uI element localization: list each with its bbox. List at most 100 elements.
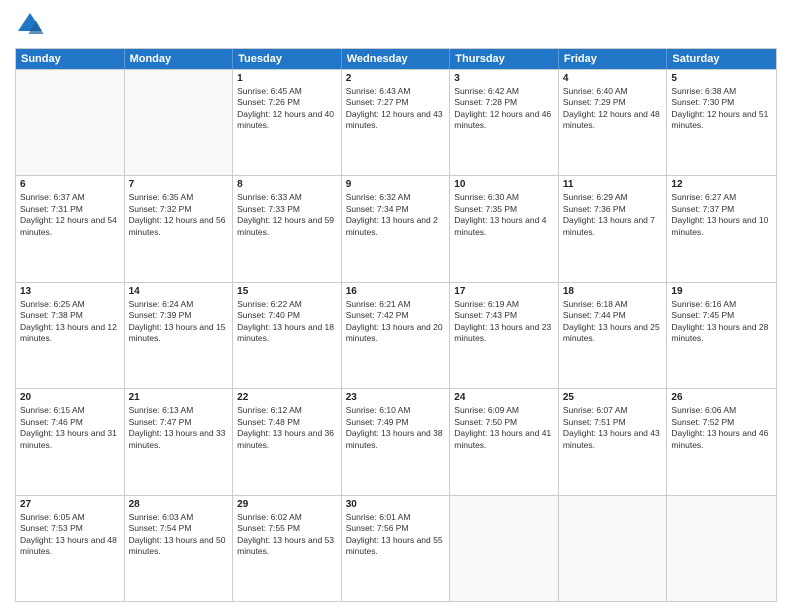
calendar-cell: 29 Sunrise: 6:02 AM Sunset: 7:55 PM Dayli…	[233, 496, 342, 601]
cell-info: Sunrise: 6:35 AM Sunset: 7:32 PM Dayligh…	[129, 192, 229, 238]
cell-info: Sunrise: 6:15 AM Sunset: 7:46 PM Dayligh…	[20, 405, 120, 451]
calendar-cell: 16Sunrise: 6:21 AM Sunset: 7:42 PM Dayli…	[342, 283, 451, 388]
cell-info: Sunrise: 6:07 AM Sunset: 7:51 PM Dayligh…	[563, 405, 663, 451]
day-number: 26	[671, 392, 772, 403]
day-number: 3	[454, 73, 554, 84]
cell-info: Sunrise: 6:22 AM Sunset: 7:40 PM Dayligh…	[237, 299, 337, 345]
day-number: 10	[454, 179, 554, 190]
cell-info: Sunrise: 6:03 AM Sunset: 7:54 PM Dayligh…	[129, 512, 229, 558]
day-number: 19	[671, 286, 772, 297]
calendar-cell: 24 Sunrise: 6:09 AM Sunset: 7:50 PM Dayli…	[450, 389, 559, 494]
day-number: 9	[346, 179, 446, 190]
calendar-cell: 2 Sunrise: 6:43 AM Sunset: 7:27 PM Daylig…	[342, 70, 451, 175]
cell-info: Sunrise: 6:37 AM Sunset: 7:31 PM Dayligh…	[20, 192, 120, 238]
cell-info: Sunrise: 6:38 AM Sunset: 7:30 PM Dayligh…	[671, 86, 772, 132]
calendar-cell: 1Sunrise: 6:45 AM Sunset: 7:26 PM Daylig…	[233, 70, 342, 175]
cell-info: Sunrise: 6:40 AM Sunset: 7:29 PM Dayligh…	[563, 86, 663, 132]
day-number: 16	[346, 286, 446, 297]
calendar-cell	[559, 496, 668, 601]
calendar-cell: 12Sunrise: 6:27 AM Sunset: 7:37 PM Dayli…	[667, 176, 776, 281]
calendar-cell: 10 Sunrise: 6:30 AM Sunset: 7:35 PM Dayli…	[450, 176, 559, 281]
cell-info: Sunrise: 6:18 AM Sunset: 7:44 PM Dayligh…	[563, 299, 663, 345]
day-number: 22	[237, 392, 337, 403]
day-number: 30	[346, 499, 446, 510]
header	[15, 10, 777, 40]
day-number: 2	[346, 73, 446, 84]
calendar-cell: 26 Sunrise: 6:06 AM Sunset: 7:52 PM Dayli…	[667, 389, 776, 494]
cell-info: Sunrise: 6:27 AM Sunset: 7:37 PM Dayligh…	[671, 192, 772, 238]
calendar-cell	[16, 70, 125, 175]
calendar-header-cell: Friday	[559, 49, 668, 69]
calendar-cell: 8 Sunrise: 6:33 AM Sunset: 7:33 PM Daylig…	[233, 176, 342, 281]
calendar-row: 27Sunrise: 6:05 AM Sunset: 7:53 PM Dayli…	[16, 495, 776, 601]
day-number: 7	[129, 179, 229, 190]
calendar-cell: 15Sunrise: 6:22 AM Sunset: 7:40 PM Dayli…	[233, 283, 342, 388]
calendar-cell	[667, 496, 776, 601]
cell-info: Sunrise: 6:12 AM Sunset: 7:48 PM Dayligh…	[237, 405, 337, 451]
calendar-header-cell: Wednesday	[342, 49, 451, 69]
calendar-cell: 25 Sunrise: 6:07 AM Sunset: 7:51 PM Dayli…	[559, 389, 668, 494]
cell-info: Sunrise: 6:06 AM Sunset: 7:52 PM Dayligh…	[671, 405, 772, 451]
page: SundayMondayTuesdayWednesdayThursdayFrid…	[0, 0, 792, 612]
calendar-cell: 6Sunrise: 6:37 AM Sunset: 7:31 PM Daylig…	[16, 176, 125, 281]
calendar-header-cell: Thursday	[450, 49, 559, 69]
calendar-cell: 21 Sunrise: 6:13 AM Sunset: 7:47 PM Dayli…	[125, 389, 234, 494]
calendar-row: 13Sunrise: 6:25 AM Sunset: 7:38 PM Dayli…	[16, 282, 776, 388]
cell-info: Sunrise: 6:19 AM Sunset: 7:43 PM Dayligh…	[454, 299, 554, 345]
cell-info: Sunrise: 6:09 AM Sunset: 7:50 PM Dayligh…	[454, 405, 554, 451]
day-number: 25	[563, 392, 663, 403]
calendar-cell: 17 Sunrise: 6:19 AM Sunset: 7:43 PM Dayli…	[450, 283, 559, 388]
calendar-cell: 4 Sunrise: 6:40 AM Sunset: 7:29 PM Daylig…	[559, 70, 668, 175]
day-number: 5	[671, 73, 772, 84]
calendar-row: 1Sunrise: 6:45 AM Sunset: 7:26 PM Daylig…	[16, 69, 776, 175]
calendar-cell: 13Sunrise: 6:25 AM Sunset: 7:38 PM Dayli…	[16, 283, 125, 388]
calendar-header-cell: Sunday	[16, 49, 125, 69]
day-number: 14	[129, 286, 229, 297]
calendar-row: 20Sunrise: 6:15 AM Sunset: 7:46 PM Dayli…	[16, 388, 776, 494]
day-number: 28	[129, 499, 229, 510]
calendar-cell: 22 Sunrise: 6:12 AM Sunset: 7:48 PM Dayli…	[233, 389, 342, 494]
cell-info: Sunrise: 6:30 AM Sunset: 7:35 PM Dayligh…	[454, 192, 554, 238]
cell-info: Sunrise: 6:16 AM Sunset: 7:45 PM Dayligh…	[671, 299, 772, 345]
calendar-cell: 11Sunrise: 6:29 AM Sunset: 7:36 PM Dayli…	[559, 176, 668, 281]
logo-icon	[15, 10, 45, 40]
day-number: 24	[454, 392, 554, 403]
cell-info: Sunrise: 6:05 AM Sunset: 7:53 PM Dayligh…	[20, 512, 120, 558]
calendar-header-cell: Saturday	[667, 49, 776, 69]
day-number: 1	[237, 73, 337, 84]
calendar-header: SundayMondayTuesdayWednesdayThursdayFrid…	[16, 49, 776, 69]
calendar-cell: 9 Sunrise: 6:32 AM Sunset: 7:34 PM Daylig…	[342, 176, 451, 281]
day-number: 18	[563, 286, 663, 297]
calendar-cell: 28 Sunrise: 6:03 AM Sunset: 7:54 PM Dayli…	[125, 496, 234, 601]
day-number: 11	[563, 179, 663, 190]
cell-info: Sunrise: 6:33 AM Sunset: 7:33 PM Dayligh…	[237, 192, 337, 238]
calendar-header-cell: Tuesday	[233, 49, 342, 69]
day-number: 23	[346, 392, 446, 403]
calendar-cell: 3 Sunrise: 6:42 AM Sunset: 7:28 PM Daylig…	[450, 70, 559, 175]
calendar-header-cell: Monday	[125, 49, 234, 69]
cell-info: Sunrise: 6:02 AM Sunset: 7:55 PM Dayligh…	[237, 512, 337, 558]
cell-info: Sunrise: 6:32 AM Sunset: 7:34 PM Dayligh…	[346, 192, 446, 238]
cell-info: Sunrise: 6:10 AM Sunset: 7:49 PM Dayligh…	[346, 405, 446, 451]
logo	[15, 10, 49, 40]
day-number: 8	[237, 179, 337, 190]
calendar-cell: 18 Sunrise: 6:18 AM Sunset: 7:44 PM Dayli…	[559, 283, 668, 388]
day-number: 29	[237, 499, 337, 510]
calendar-cell	[450, 496, 559, 601]
calendar-cell: 14 Sunrise: 6:24 AM Sunset: 7:39 PM Dayli…	[125, 283, 234, 388]
cell-info: Sunrise: 6:42 AM Sunset: 7:28 PM Dayligh…	[454, 86, 554, 132]
cell-info: Sunrise: 6:43 AM Sunset: 7:27 PM Dayligh…	[346, 86, 446, 132]
day-number: 4	[563, 73, 663, 84]
day-number: 21	[129, 392, 229, 403]
cell-info: Sunrise: 6:01 AM Sunset: 7:56 PM Dayligh…	[346, 512, 446, 558]
calendar-cell: 30 Sunrise: 6:01 AM Sunset: 7:56 PM Dayli…	[342, 496, 451, 601]
calendar-body: 1Sunrise: 6:45 AM Sunset: 7:26 PM Daylig…	[16, 69, 776, 601]
calendar-cell	[125, 70, 234, 175]
cell-info: Sunrise: 6:13 AM Sunset: 7:47 PM Dayligh…	[129, 405, 229, 451]
calendar-cell: 19 Sunrise: 6:16 AM Sunset: 7:45 PM Dayli…	[667, 283, 776, 388]
calendar: SundayMondayTuesdayWednesdayThursdayFrid…	[15, 48, 777, 602]
calendar-cell: 7 Sunrise: 6:35 AM Sunset: 7:32 PM Daylig…	[125, 176, 234, 281]
day-number: 17	[454, 286, 554, 297]
cell-info: Sunrise: 6:25 AM Sunset: 7:38 PM Dayligh…	[20, 299, 120, 345]
cell-info: Sunrise: 6:24 AM Sunset: 7:39 PM Dayligh…	[129, 299, 229, 345]
